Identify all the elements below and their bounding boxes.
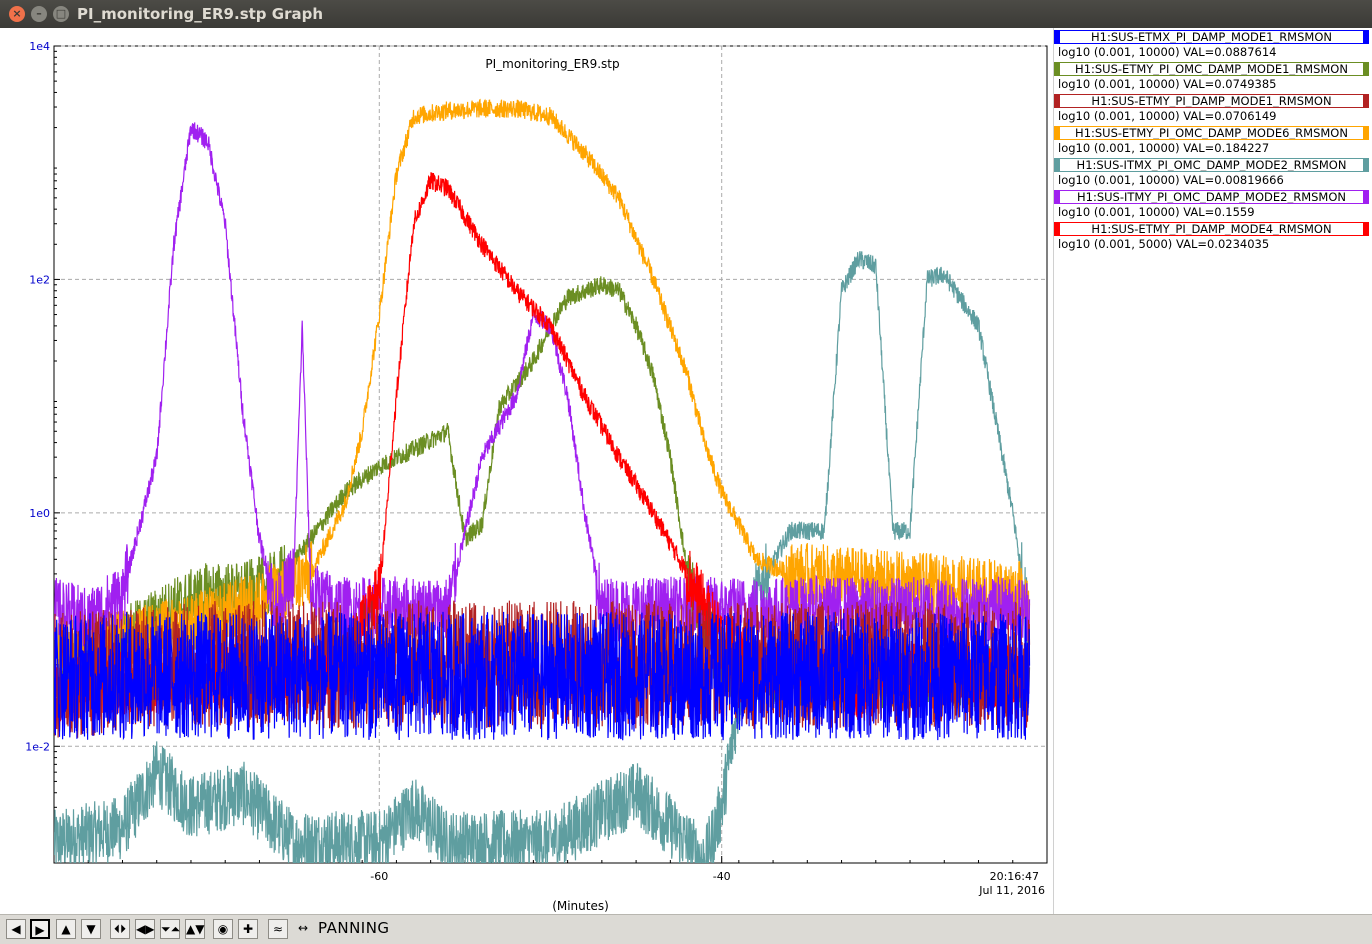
maximize-icon[interactable]: □ <box>53 6 69 22</box>
arrow-left-icon[interactable]: ◀ <box>6 919 26 939</box>
plot-border <box>53 45 1048 864</box>
x-tick-label: -40 <box>713 870 731 883</box>
series-line-5 <box>54 122 1031 647</box>
minimize-icon[interactable]: – <box>31 6 47 22</box>
legend-series-scale: log10 (0.001, 10000) VAL=0.0887614 <box>1058 45 1277 59</box>
legend-series-name: H1:SUS-ETMY_PI_OMC_DAMP_MODE1_RMSMON <box>1054 62 1369 76</box>
mode-label: PANNING <box>318 919 390 937</box>
legend-series-scale: log10 (0.001, 10000) VAL=0.184227 <box>1058 141 1270 155</box>
y-tick-label: 1e0 <box>29 507 50 520</box>
zoom-out-y-icon[interactable]: ▲▼ <box>185 919 205 939</box>
arrow-up-icon[interactable]: ▲ <box>56 919 76 939</box>
legend-series-name: H1:SUS-ITMY_PI_OMC_DAMP_MODE2_RMSMON <box>1054 190 1369 204</box>
legend-series-name: H1:SUS-ETMX_PI_DAMP_MODE1_RMSMON <box>1054 30 1369 44</box>
window-title: PI_monitoring_ER9.stp Graph <box>77 5 323 23</box>
legend-series-scale: log10 (0.001, 10000) VAL=0.1559 <box>1058 205 1255 219</box>
close-icon[interactable]: × <box>9 6 25 22</box>
y-tick-label: 1e4 <box>29 40 50 53</box>
legend-series-scale: log10 (0.001, 10000) VAL=0.0706149 <box>1058 109 1277 123</box>
zoom-out-x-icon[interactable]: ◀▶ <box>135 919 155 939</box>
legend-series-scale: log10 (0.001, 10000) VAL=0.00819666 <box>1058 173 1284 187</box>
plot-area[interactable]: PI_monitoring_ER9.stp 1e-2 1e0 1e2 1e4 -60 -4… <box>0 28 1050 914</box>
x-time-label: 20:16:47 <box>990 870 1039 883</box>
pan-icon[interactable]: ↔ <box>293 919 313 939</box>
legend-series-name: H1:SUS-ITMX_PI_OMC_DAMP_MODE2_RMSMON <box>1054 158 1369 172</box>
legend-series-scale: log10 (0.001, 10000) VAL=0.0749385 <box>1058 77 1277 91</box>
legend-item[interactable]: H1:SUS-ETMY_PI_DAMP_MODE1_RMSMON log10 (0… <box>1054 92 1372 124</box>
zoom-in-y-icon[interactable]: ⏷⏶ <box>160 919 180 939</box>
legend-series-name: H1:SUS-ETMY_PI_DAMP_MODE1_RMSMON <box>1054 94 1369 108</box>
legend-item[interactable]: H1:SUS-ETMY_PI_OMC_DAMP_MODE6_RMSMON log1… <box>1054 124 1372 156</box>
legend-item[interactable]: H1:SUS-ETMY_PI_OMC_DAMP_MODE1_RMSMON log1… <box>1054 60 1372 92</box>
x-date-label: Jul 11, 2016 <box>978 884 1045 897</box>
legend-series-name: H1:SUS-ETMY_PI_DAMP_MODE4_RMSMON <box>1054 222 1369 236</box>
legend-series-scale: log10 (0.001, 5000) VAL=0.0234035 <box>1058 237 1270 251</box>
legend-item[interactable]: H1:SUS-ETMY_PI_DAMP_MODE4_RMSMON log10 (0… <box>1054 220 1372 252</box>
bottom-toolbar: PANNING ◀ ▶ ▲ ▼ ⏴⏵ ◀▶ ⏷⏶ ▲▼ ◉ ✚ ≈ ↔ <box>0 914 1372 944</box>
legend-item[interactable]: H1:SUS-ITMY_PI_OMC_DAMP_MODE2_RMSMON log1… <box>1054 188 1372 220</box>
reset-icon[interactable]: ◉ <box>213 919 233 939</box>
window-titlebar: × – □ PI_monitoring_ER9.stp Graph <box>0 0 1372 28</box>
arrow-right-icon[interactable]: ▶ <box>30 919 50 939</box>
x-tick-label: -60 <box>370 870 388 883</box>
zoom-in-x-icon[interactable]: ⏴⏵ <box>110 919 130 939</box>
crosshair-icon[interactable]: ✚ <box>238 919 258 939</box>
arrow-down-icon[interactable]: ▼ <box>81 919 101 939</box>
legend-item[interactable]: H1:SUS-ITMX_PI_OMC_DAMP_MODE2_RMSMON log1… <box>1054 156 1372 188</box>
legend-item[interactable]: H1:SUS-ETMX_PI_DAMP_MODE1_RMSMON log10 (0… <box>1054 28 1372 60</box>
autoscale-icon[interactable]: ≈ <box>268 919 288 939</box>
chart-svg[interactable]: 1e-21e01e21e4-60-40-2020:16:47Jul 11, 20… <box>0 28 1050 914</box>
legend-series-name: H1:SUS-ETMY_PI_OMC_DAMP_MODE6_RMSMON <box>1054 126 1369 140</box>
y-tick-label: 1e-2 <box>25 740 50 753</box>
legend-panel: H1:SUS-ETMX_PI_DAMP_MODE1_RMSMON log10 (0… <box>1053 28 1372 914</box>
y-tick-label: 1e2 <box>29 273 50 286</box>
x-axis-label: (Minutes) <box>552 899 609 913</box>
